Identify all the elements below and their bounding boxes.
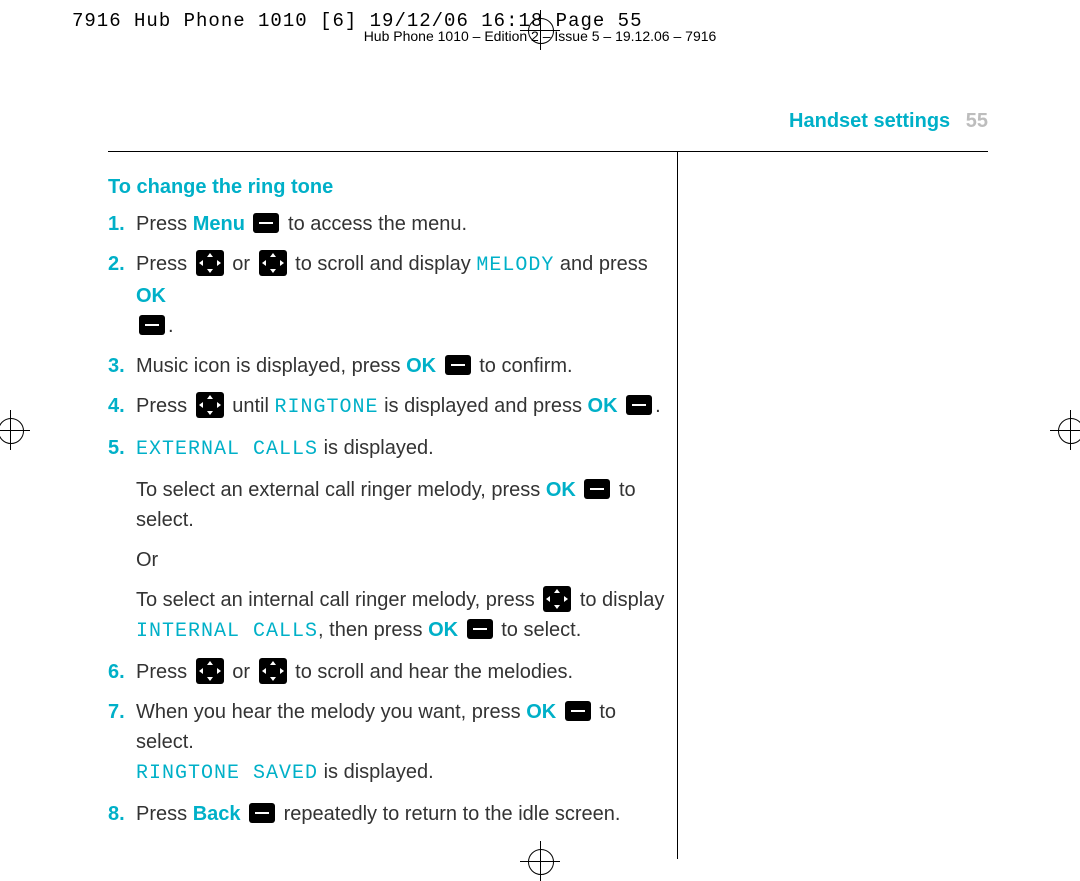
ok-key-label: OK <box>136 285 166 307</box>
ok-key-label: OK <box>406 355 436 377</box>
step-list-cont: 6. Press or to scroll and hear the melod… <box>108 657 668 829</box>
page-header: Handset settings 55 <box>108 110 988 133</box>
lcd-text-melody: MELODY <box>476 254 554 277</box>
nav-key-icon <box>543 586 571 612</box>
step-8: 8. Press Back repeatedly to return to th… <box>108 799 668 829</box>
column-divider <box>677 152 678 859</box>
step-number: 1. <box>108 209 136 239</box>
step-list: 1. Press Menu to access the menu. 2. Pre… <box>108 209 668 465</box>
softkey-minus-icon <box>584 479 610 499</box>
softkey-minus-icon <box>139 315 165 335</box>
step-number: 3. <box>108 351 136 381</box>
nav-key-icon <box>196 392 224 418</box>
step-1: 1. Press Menu to access the menu. <box>108 209 668 239</box>
subsection-title: To change the ring tone <box>108 176 668 199</box>
menu-key-label: Menu <box>193 213 245 235</box>
nav-key-icon <box>196 658 224 684</box>
lcd-text-ringtone-saved: RINGTONE SAVED <box>136 762 318 785</box>
lcd-text-ringtone: RINGTONE <box>275 396 379 419</box>
step-5-sub-internal: To select an internal call ringer melody… <box>136 585 668 647</box>
ok-key-label: OK <box>526 701 556 723</box>
page-number: 55 <box>966 110 988 132</box>
step-number: 4. <box>108 391 136 421</box>
lcd-text-external-calls: EXTERNAL CALLS <box>136 438 318 461</box>
step-7: 7. When you hear the melody you want, pr… <box>108 697 668 789</box>
nav-key-icon <box>196 250 224 276</box>
ok-key-label: OK <box>428 619 458 641</box>
softkey-minus-icon <box>445 355 471 375</box>
step-5-sub-external: To select an external call ringer melody… <box>136 475 668 535</box>
step-number: 2. <box>108 249 136 279</box>
section-name: Handset settings <box>789 110 950 132</box>
step-number: 8. <box>108 799 136 829</box>
registration-mark-right-icon <box>1050 410 1080 450</box>
registration-mark-bottom-icon <box>520 841 560 881</box>
step-2: 2. Press or to scroll and display MELODY… <box>108 249 668 341</box>
page-body: Handset settings 55 To change the ring t… <box>108 110 988 839</box>
ok-key-label: OK <box>588 395 618 417</box>
step-5: 5. EXTERNAL CALLS is displayed. <box>108 433 668 465</box>
nav-key-icon <box>259 250 287 276</box>
softkey-minus-icon <box>253 213 279 233</box>
back-key-label: Back <box>193 803 241 825</box>
header-rule <box>108 151 988 152</box>
softkey-minus-icon <box>467 619 493 639</box>
lcd-text-internal-calls: INTERNAL CALLS <box>136 620 318 643</box>
softkey-minus-icon <box>249 803 275 823</box>
softkey-minus-icon <box>626 395 652 415</box>
step-4: 4. Press until RINGTONE is displayed and… <box>108 391 668 423</box>
step-5-sub-or: Or <box>136 545 668 575</box>
registration-mark-left-icon <box>0 410 30 450</box>
step-number: 5. <box>108 433 136 463</box>
step-3: 3. Music icon is displayed, press OK to … <box>108 351 668 381</box>
registration-mark-top-icon <box>520 10 560 50</box>
nav-key-icon <box>259 658 287 684</box>
step-6: 6. Press or to scroll and hear the melod… <box>108 657 668 687</box>
step-number: 7. <box>108 697 136 727</box>
ok-key-label: OK <box>546 479 576 501</box>
step-number: 6. <box>108 657 136 687</box>
softkey-minus-icon <box>565 701 591 721</box>
